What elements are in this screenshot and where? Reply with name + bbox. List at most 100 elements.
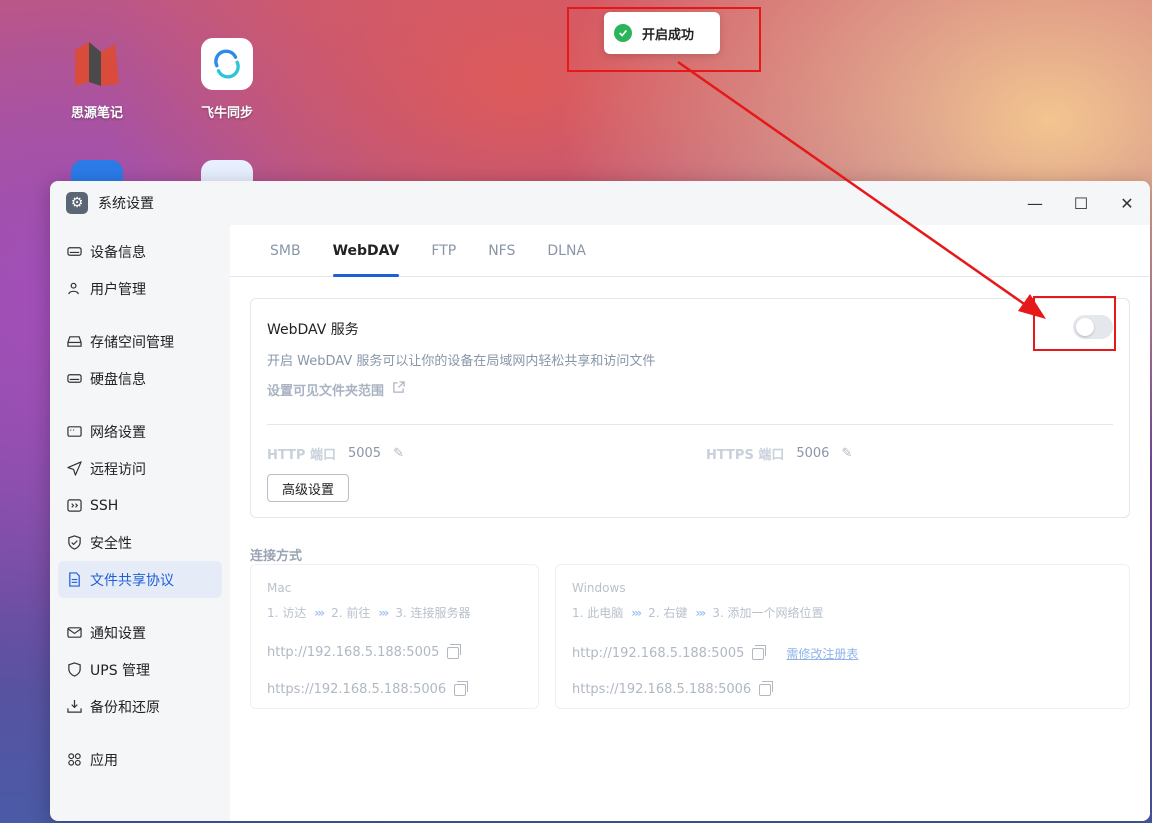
mac-steps: 1. 访达 ››› 2. 前往 ››› 3. 连接服务器 [267,604,470,621]
users-icon [66,281,82,297]
sidebar-item-ssh[interactable]: SSH [58,487,222,524]
service-description: 开启 WebDAV 服务可以让你的设备在局域网内轻松共享和访问文件 [267,354,656,369]
folder-scope-link[interactable]: 设置可见文件夹范围 [267,380,405,399]
mac-http-url: http://192.168.5.188:5005 [267,645,440,660]
edit-pencil-icon[interactable]: ✎ [841,446,852,461]
sidebar: 设备信息 用户管理 存储空间管理 硬盘信息 网络设置 远程访问 SSH 安全性 … [50,225,230,821]
http-port-value: 5005 [347,446,382,461]
sidebar-item-label: SSH [90,497,119,514]
divider [267,424,1113,425]
mail-icon [66,625,82,641]
windows-http-url: http://192.168.5.188:5005 [572,646,745,661]
sidebar-item-notifications[interactable]: 通知设置 [58,614,222,651]
sidebar-item-backup[interactable]: 备份和还原 [58,688,222,725]
sidebar-item-ups[interactable]: UPS 管理 [58,651,222,688]
folder-scope-label: 设置可见文件夹范围 [267,384,385,399]
tab-dlna[interactable]: DLNA [531,225,602,276]
maximize-button[interactable]: ☐ [1058,181,1104,225]
desktop-icon-label: 飞牛同步 [200,106,253,121]
desktop-icon-siyuan[interactable]: 思源笔记 [52,38,142,121]
close-button[interactable]: ✕ [1104,181,1150,225]
https-port-value: 5006 [796,446,830,461]
step-label: 3. 连接服务器 [395,606,471,620]
sidebar-item-label: 远程访问 [90,461,146,478]
sidebar-item-label: 硬盘信息 [90,371,146,388]
sidebar-item-label: 网络设置 [90,424,146,441]
tab-nfs[interactable]: NFS [472,225,531,276]
chevrons-right-icon: ››› [695,605,706,620]
sidebar-item-label: 应用 [90,752,118,769]
toggle-annotation-box [1033,296,1116,351]
edit-pencil-icon[interactable]: ✎ [393,446,404,461]
windows-https-url-row: https://192.168.5.188:5006 [572,680,774,697]
window-title: 系统设置 [98,196,154,212]
main-panel: SMB WebDAV FTP NFS DLNA WebDAV 服务 开启 Web… [230,225,1150,821]
mac-http-url-row: http://192.168.5.188:5005 [267,643,462,660]
sidebar-item-remote-access[interactable]: 远程访问 [58,450,222,487]
step-label: 2. 前往 [331,606,371,620]
windows-https-url: https://192.168.5.188:5006 [572,682,752,697]
copy-icon[interactable] [759,680,774,696]
sidebar-item-network[interactable]: 网络设置 [58,413,222,450]
tab-webdav[interactable]: WebDAV [317,225,416,277]
sidebar-item-apps[interactable]: 应用 [58,741,222,778]
sync-icon [201,38,253,90]
apps-icon [66,752,82,768]
desktop-icon-feiniu-sync[interactable]: 飞牛同步 [182,38,272,121]
sidebar-item-storage[interactable]: 存储空间管理 [58,323,222,360]
sidebar-item-disk-info[interactable]: 硬盘信息 [58,360,222,397]
registry-link[interactable]: 需修改注册表 [786,645,858,662]
windows-os-label: Windows [572,581,626,595]
disk-icon [66,371,82,387]
settings-window: ⚙ 系统设置 — ☐ ✕ 设备信息 用户管理 存储空间管理 硬盘信息 网络设置 [50,181,1150,821]
gear-icon: ⚙ [66,192,88,214]
https-port-label: HTTPS 端口 [706,448,785,463]
step-label: 2. 右键 [648,606,688,620]
chevrons-right-icon: ››› [631,605,642,620]
webdav-service-card: WebDAV 服务 开启 WebDAV 服务可以让你的设备在局域网内轻松共享和访… [250,298,1130,518]
toast-message: 开启成功 [642,27,695,43]
sidebar-item-label: 存储空间管理 [90,334,174,351]
terminal-icon [66,498,82,514]
title-bar[interactable]: ⚙ 系统设置 — ☐ ✕ [50,181,1150,225]
copy-icon[interactable] [752,644,767,660]
windows-http-url-row: http://192.168.5.188:5005 需修改注册表 [572,644,858,662]
mac-os-label: Mac [267,581,292,595]
service-title: WebDAV 服务 [267,322,359,338]
sidebar-item-file-sharing[interactable]: 文件共享协议 [58,561,222,598]
sidebar-item-device-info[interactable]: 设备信息 [58,233,222,270]
success-toast: 开启成功 [604,12,720,54]
sidebar-item-label: 备份和还原 [90,699,160,716]
protocol-tabs: SMB WebDAV FTP NFS DLNA [230,225,1150,277]
sidebar-item-label: 用户管理 [90,281,146,298]
sidebar-item-label: 文件共享协议 [90,572,174,589]
mac-connection-card: Mac 1. 访达 ››› 2. 前往 ››› 3. 连接服务器 http://… [250,564,539,709]
chevrons-right-icon: ››› [378,605,389,620]
shield-icon [66,535,82,551]
file-share-icon [66,572,82,588]
chevrons-right-icon: ››› [314,605,325,620]
backup-icon [66,699,82,715]
step-label: 1. 此电脑 [572,606,624,620]
sidebar-item-user-management[interactable]: 用户管理 [58,270,222,307]
copy-icon[interactable] [454,680,469,696]
storage-icon [66,334,82,350]
https-port-row: HTTPS 端口 5006 ✎ [706,444,852,463]
windows-connection-card: Windows 1. 此电脑 ››› 2. 右键 ››› 3. 添加一个网络位置… [555,564,1130,709]
tab-ftp[interactable]: FTP [415,225,472,276]
minimize-button[interactable]: — [1012,181,1058,225]
step-label: 1. 访达 [267,606,307,620]
sidebar-item-security[interactable]: 安全性 [58,524,222,561]
sidebar-item-label: 设备信息 [90,244,146,261]
http-port-label: HTTP 端口 [267,448,336,463]
check-circle-icon [614,24,632,42]
advanced-settings-button[interactable]: 高级设置 [267,474,349,502]
connection-section-title: 连接方式 [250,549,303,564]
copy-icon[interactable] [447,643,462,659]
mac-https-url: https://192.168.5.188:5006 [267,682,447,697]
network-icon [66,424,82,440]
sidebar-item-label: 通知设置 [90,625,146,642]
tab-smb[interactable]: SMB [254,225,317,276]
mac-https-url-row: https://192.168.5.188:5006 [267,680,469,697]
windows-steps: 1. 此电脑 ››› 2. 右键 ››› 3. 添加一个网络位置 [572,604,823,621]
